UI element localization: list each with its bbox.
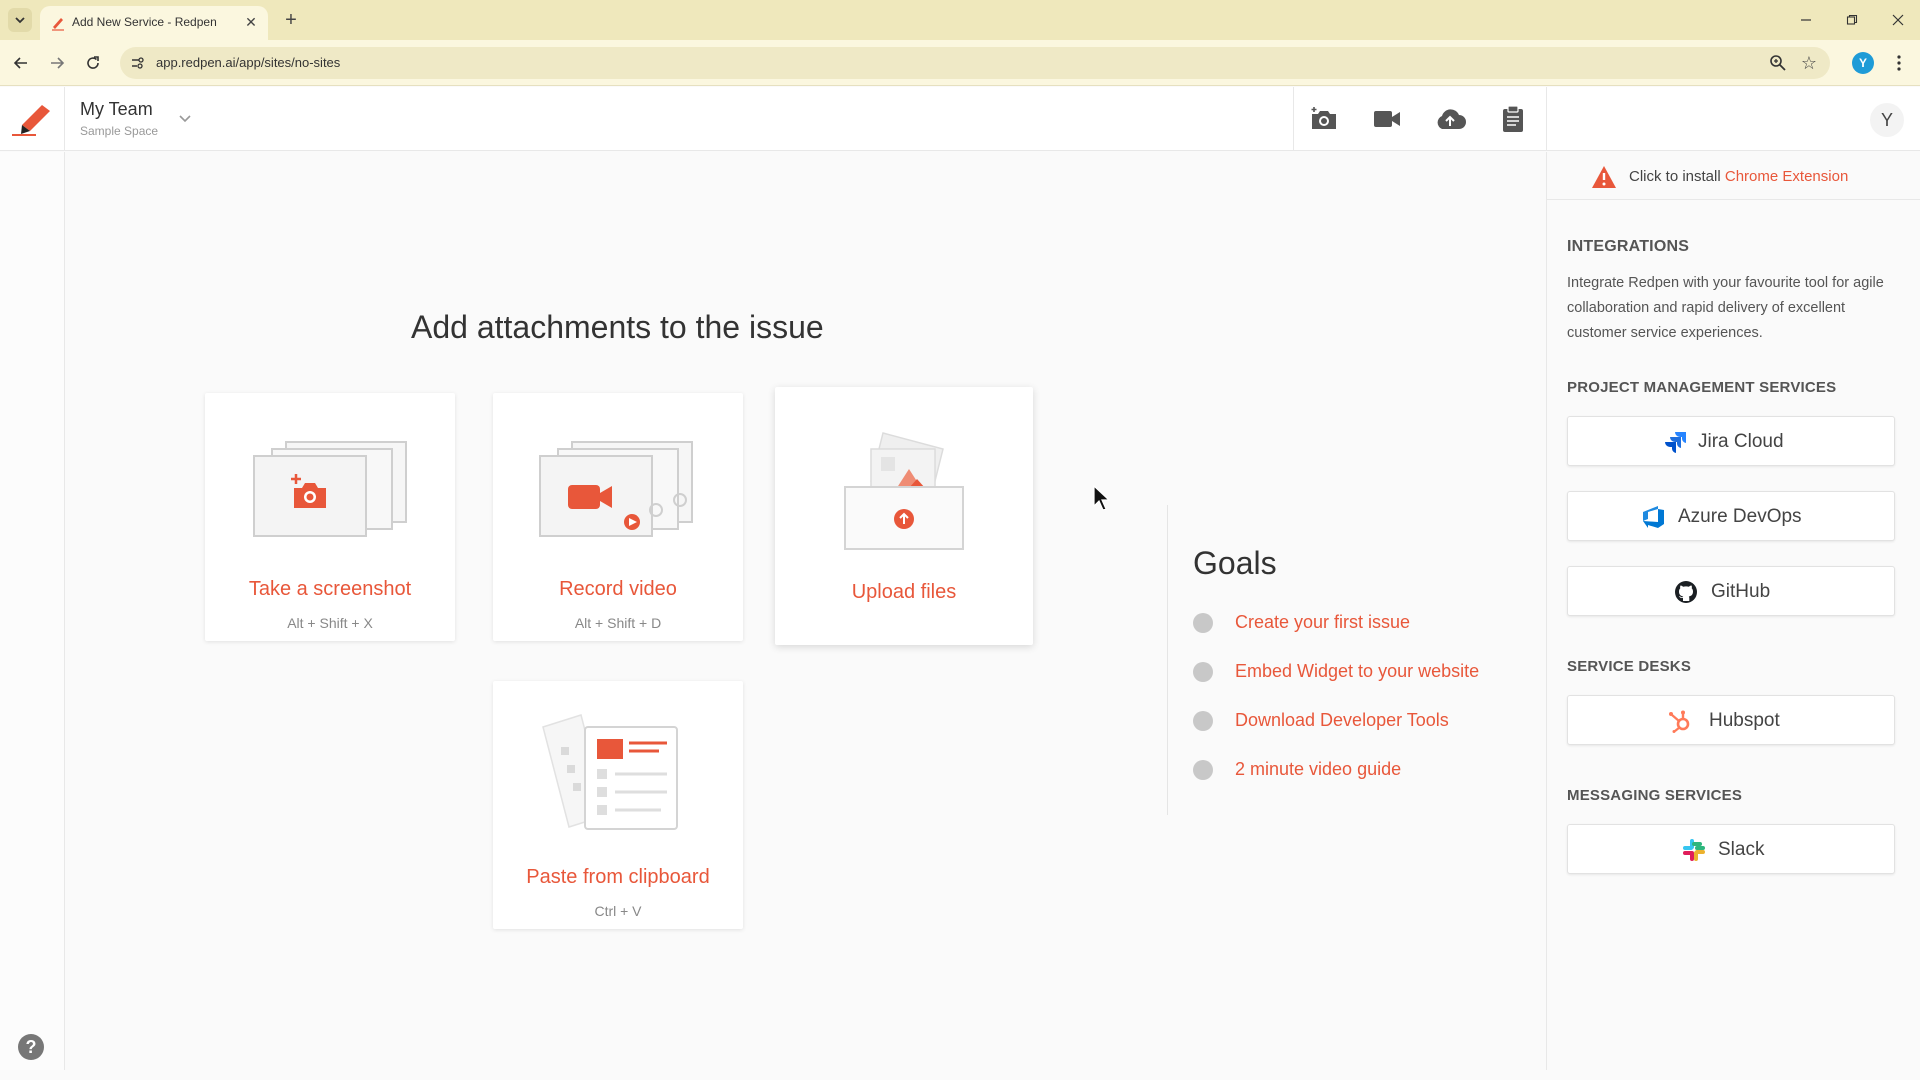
goal-status-dot — [1193, 760, 1213, 780]
page-title: Add attachments to the issue — [411, 309, 824, 345]
github-button[interactable]: GitHub — [1567, 566, 1895, 616]
kebab-menu-icon[interactable] — [1888, 52, 1910, 74]
plus-icon[interactable]: + — [280, 9, 302, 31]
address-bar[interactable]: app.redpen.ai/app/sites/no-sites ☆ — [120, 47, 1830, 79]
header-divider — [1293, 87, 1294, 151]
jira-icon — [1665, 432, 1686, 453]
card-label: Paste from clipboard — [526, 866, 710, 888]
service-name: Jira Cloud — [1698, 431, 1784, 452]
url-text: app.redpen.ai/app/sites/no-sites — [156, 55, 341, 70]
browser-profile-avatar[interactable]: Y — [1852, 52, 1874, 74]
header-divider — [1546, 87, 1547, 151]
clipboard-illustration — [542, 714, 678, 830]
goal-link[interactable]: 2 minute video guide — [1235, 759, 1401, 780]
goals-title: Goals — [1193, 545, 1277, 581]
goal-status-dot — [1193, 711, 1213, 731]
hubspot-icon — [1669, 710, 1690, 733]
github-icon — [1675, 581, 1697, 603]
slack-icon — [1683, 839, 1705, 861]
hubspot-button[interactable]: Hubspot — [1567, 695, 1895, 745]
slack-button[interactable]: Slack — [1567, 824, 1895, 874]
banner-chrome-link[interactable]: Chrome — [1725, 168, 1778, 185]
paste-from-clipboard-card[interactable]: Paste from clipboard Ctrl + V — [493, 681, 743, 929]
upload-files-card[interactable]: Upload files — [775, 387, 1033, 645]
take-screenshot-card[interactable]: Take a screenshot Alt + Shift + X — [205, 393, 455, 641]
help-icon[interactable]: ? — [18, 1034, 44, 1060]
reload-icon[interactable] — [81, 51, 105, 75]
integrations-heading: INTEGRATIONS — [1567, 238, 1690, 255]
mouse-cursor-icon — [1093, 484, 1111, 511]
install-extension-banner[interactable]: Click to install Chrome Extension — [1547, 152, 1920, 200]
forward-icon[interactable] — [45, 51, 69, 75]
card-shortcut: Alt + Shift + D — [574, 615, 662, 631]
star-icon[interactable]: ☆ — [1798, 52, 1820, 74]
banner-extension-link[interactable]: Extension — [1782, 168, 1848, 185]
azure-devops-icon — [1643, 506, 1664, 528]
redpen-logo[interactable] — [8, 101, 56, 137]
azure-devops-button[interactable]: Azure DevOps — [1567, 491, 1895, 541]
banner-prefix: Click to install — [1629, 168, 1721, 185]
browser-tabstrip: Add New Service - Redpen ✕ + — [0, 0, 1920, 40]
tab-title: Add New Service - Redpen — [72, 15, 217, 29]
user-avatar[interactable]: Y — [1870, 103, 1904, 137]
messaging-services-heading: MESSAGING SERVICES — [1567, 787, 1743, 804]
upload-illustration — [844, 432, 964, 550]
jira-cloud-button[interactable]: Jira Cloud — [1567, 416, 1895, 466]
goal-link[interactable]: Download Developer Tools — [1235, 710, 1449, 731]
video-icon[interactable] — [1371, 103, 1403, 135]
chevron-down-icon[interactable] — [176, 109, 194, 127]
browser-toolbar: app.redpen.ai/app/sites/no-sites ☆ Y — [0, 40, 1920, 86]
card-label: Take a screenshot — [248, 578, 412, 600]
record-video-card[interactable]: Record video Alt + Shift + D — [493, 393, 743, 641]
integrations-intro: Integrate Redpen with your favourite too… — [1567, 275, 1884, 341]
site-info-icon[interactable] — [128, 53, 148, 73]
service-desks-heading: SERVICE DESKS — [1567, 658, 1692, 675]
window-close-icon[interactable] — [1878, 8, 1918, 32]
browser-tab-active[interactable]: Add New Service - Redpen ✕ — [40, 6, 268, 40]
restore-icon[interactable] — [1832, 8, 1872, 32]
tab-list-icon[interactable] — [8, 8, 32, 32]
service-name: Azure DevOps — [1678, 506, 1802, 527]
card-label: Record video — [559, 578, 677, 600]
card-label: Upload files — [851, 581, 957, 603]
goal-status-dot — [1193, 613, 1213, 633]
goals-divider — [1167, 505, 1168, 815]
integrations-panel: Click to install Chrome Extension INTEGR… — [1546, 152, 1920, 1070]
header-divider — [64, 87, 65, 151]
banner-text: Click to install Chrome Extension — [1629, 168, 1848, 185]
screenshot-illustration — [253, 441, 407, 537]
app-header: My Team Sample Space Y — [0, 87, 1920, 151]
team-name[interactable]: My Team — [80, 99, 153, 120]
pm-services-heading: PROJECT MANAGEMENT SERVICES — [1567, 379, 1837, 396]
service-name: GitHub — [1711, 581, 1771, 602]
close-icon[interactable]: ✕ — [242, 13, 260, 31]
card-shortcut: Alt + Shift + X — [287, 615, 373, 631]
clipboard-icon[interactable] — [1497, 103, 1529, 135]
zoom-icon[interactable] — [1768, 53, 1788, 73]
minimize-icon[interactable] — [1786, 8, 1826, 32]
goal-link[interactable]: Embed Widget to your website — [1235, 661, 1479, 682]
card-shortcut: Ctrl + V — [594, 903, 642, 919]
service-name: Hubspot — [1709, 710, 1780, 731]
camera-icon[interactable] — [1308, 103, 1340, 135]
team-subtitle: Sample Space — [80, 124, 159, 138]
goal-link[interactable]: Create your first issue — [1235, 612, 1410, 633]
goal-status-dot — [1193, 662, 1213, 682]
back-icon[interactable] — [9, 51, 33, 75]
warning-icon — [1592, 166, 1616, 188]
redpen-favicon — [52, 18, 64, 31]
cloud-upload-icon[interactable] — [1434, 103, 1466, 135]
service-name: Slack — [1718, 839, 1765, 860]
left-sidebar — [0, 152, 65, 1070]
video-illustration — [539, 441, 693, 537]
